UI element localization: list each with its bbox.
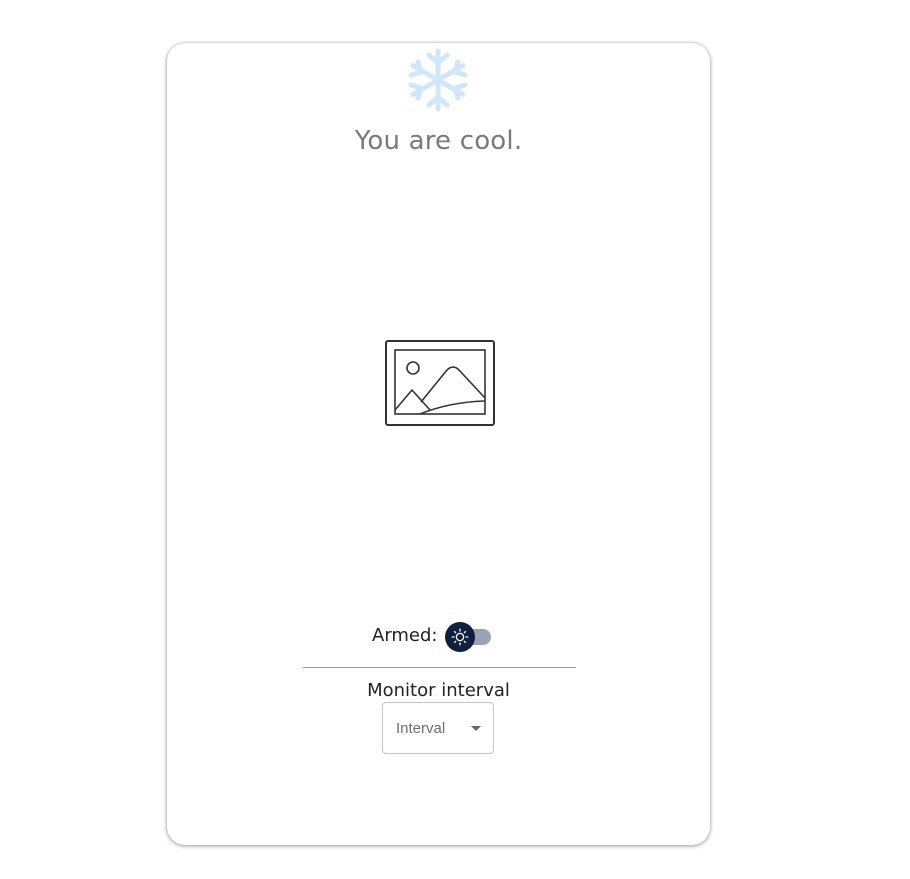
armed-row: Armed: xyxy=(167,621,710,653)
divider xyxy=(303,667,576,668)
toggle-thumb xyxy=(445,622,475,652)
chevron-down-icon xyxy=(471,726,481,731)
snowflake-icon xyxy=(408,48,468,112)
main-card: You are cool. Armed: Monitor interval In… xyxy=(167,43,710,845)
monitor-interval-label: Monitor interval xyxy=(367,680,510,701)
interval-select[interactable]: Interval xyxy=(382,702,494,754)
armed-label: Armed: xyxy=(372,625,438,646)
sun-icon xyxy=(451,628,469,646)
interval-select-value: Interval xyxy=(396,720,446,737)
status-message: You are cool. xyxy=(354,126,523,156)
armed-toggle[interactable] xyxy=(445,621,493,653)
image-placeholder-icon xyxy=(385,340,495,426)
